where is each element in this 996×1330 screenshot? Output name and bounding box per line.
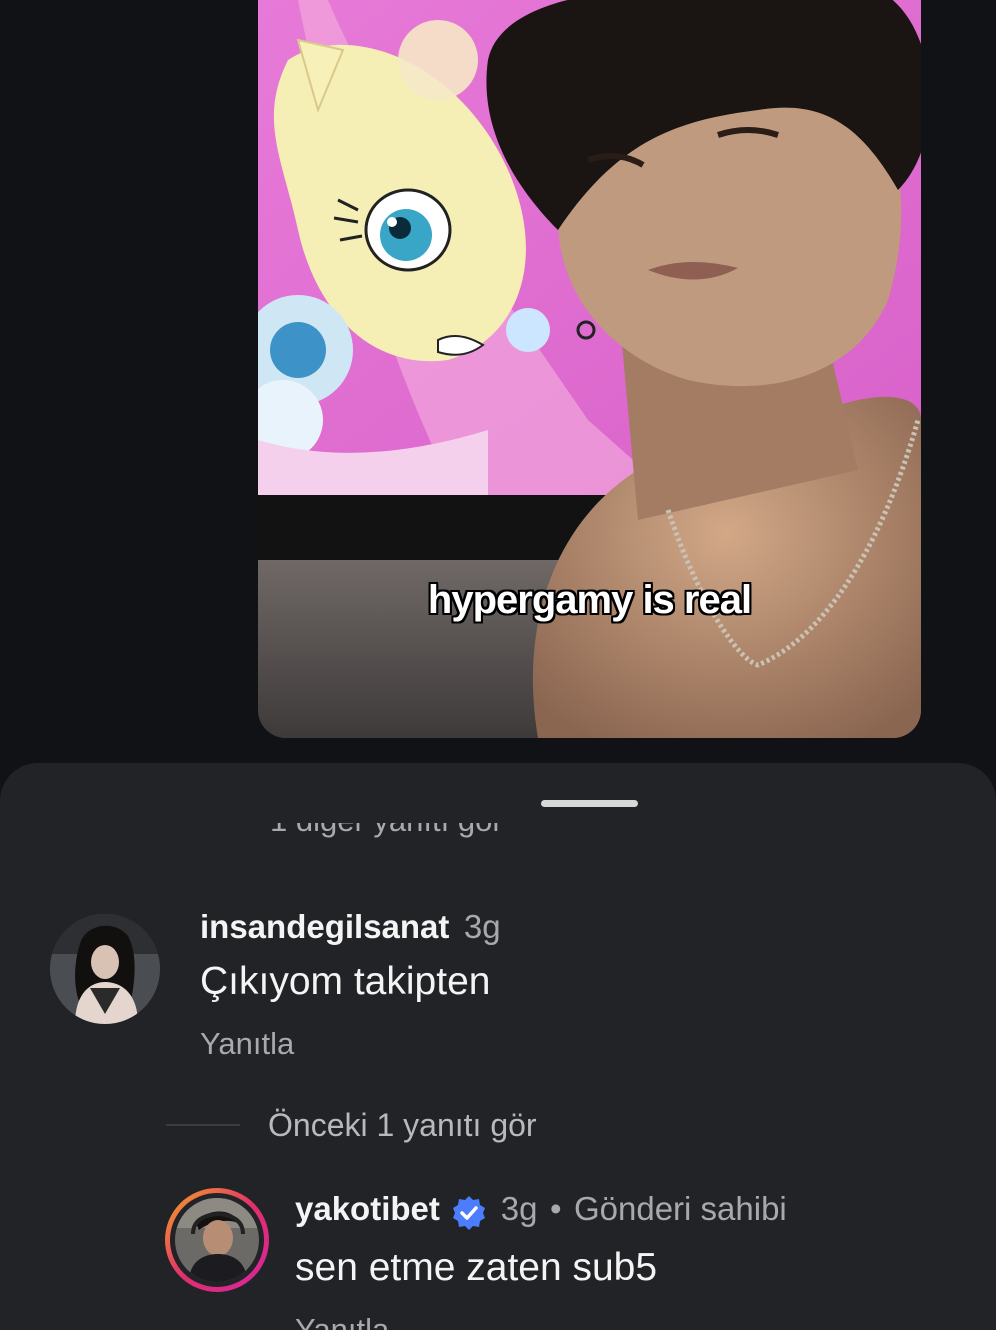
avatar-story-ring[interactable]: [165, 1188, 269, 1292]
reply-button[interactable]: Yanıtla: [200, 1026, 294, 1062]
reply-thread-line: [166, 1124, 240, 1126]
reply-button[interactable]: Yanıtla: [295, 1312, 389, 1330]
avatar[interactable]: [50, 914, 160, 1024]
video-preview[interactable]: hypergamy is real: [258, 0, 921, 738]
view-previous-replies-button[interactable]: Önceki 1 yanıtı gör: [166, 1105, 537, 1145]
reply-text: sen etme zaten sub5: [295, 1246, 658, 1289]
view-more-replies-clipped[interactable]: 1 diğer yanıtı gör: [270, 823, 550, 853]
comment-username[interactable]: insandegilsanat: [200, 908, 449, 945]
post-author-badge: Gönderi sahibi: [573, 1190, 787, 1227]
reply-item: yakotibet 3g • Gönderi sahibi sen etme z…: [0, 1188, 996, 1330]
sheet-drag-handle[interactable]: [541, 800, 638, 807]
profile-photo: [50, 914, 160, 1024]
comment-text: Çıkıyom takipten: [200, 960, 491, 1003]
video-frame-image: [258, 0, 921, 738]
reply-timestamp: 3g: [500, 1190, 538, 1227]
video-caption: hypergamy is real: [427, 578, 752, 622]
comments-sheet: 1 diğer yanıtı gör insandegilsanat 3g Çı…: [0, 763, 996, 1330]
separator-dot: •: [549, 1190, 562, 1227]
comment-item: insandegilsanat 3g Çıkıyom takipten Yanı…: [0, 908, 996, 1078]
verified-badge-icon: [453, 1195, 486, 1230]
profile-photo: [175, 1198, 259, 1282]
reply-username[interactable]: yakotibet: [295, 1190, 440, 1227]
comment-timestamp: 3g: [463, 908, 501, 945]
view-previous-replies-label: Önceki 1 yanıtı gör: [268, 1106, 537, 1143]
